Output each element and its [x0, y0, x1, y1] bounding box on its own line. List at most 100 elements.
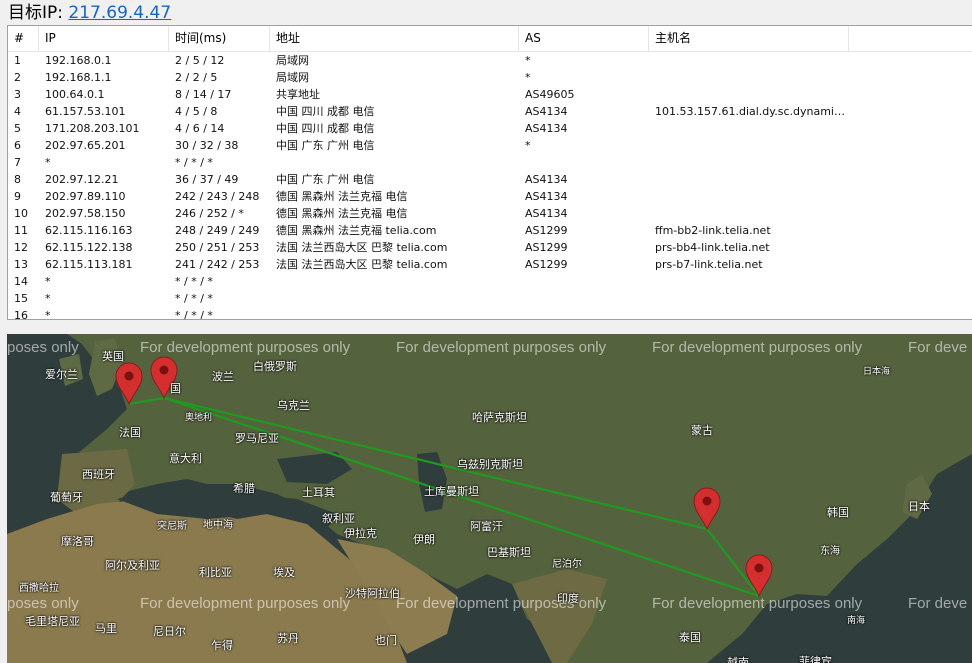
table-row[interactable]: 16 * * / * / *	[8, 307, 972, 320]
hop-as: AS1299	[525, 258, 568, 271]
hop-index: 7	[14, 156, 21, 169]
target-ip-header: 目标IP: 217.69.4.47	[8, 2, 171, 24]
hop-time: 248 / 249 / 249	[175, 224, 260, 237]
table-row[interactable]: 7 * * / * / *	[8, 154, 972, 171]
hop-time: 2 / 5 / 12	[175, 54, 225, 67]
place-label: 乌兹别克斯坦	[457, 458, 523, 471]
hop-hostname	[649, 290, 849, 307]
table-row[interactable]: 10 202.97.58.150 246 / 252 / * 德国 黑森州 法兰克福 …	[8, 205, 972, 222]
target-ip-link[interactable]: 217.69.4.47	[68, 3, 171, 23]
place-label: 爱尔兰	[45, 368, 78, 381]
table-row[interactable]: 4 61.157.53.101 4 / 5 / 8 中国 四川 成都 电信 AS4134…	[8, 103, 972, 120]
place-label: 泰国	[679, 631, 701, 644]
hop-hostname	[649, 52, 849, 69]
route-map[interactable]: rposes only For development purposes onl…	[7, 334, 972, 663]
hop-index: 4	[14, 105, 21, 118]
hop-hostname: prs-b7-link.telia.net	[655, 258, 763, 271]
place-label: 尼日尔	[153, 625, 186, 638]
hop-address: 法国 法兰西岛大区 巴黎 telia.com	[276, 241, 448, 254]
hop-index: 5	[14, 122, 21, 135]
hop-as: AS4134	[525, 190, 568, 203]
place-label: 蒙古	[691, 424, 713, 437]
watermark-text: rposes only	[7, 595, 79, 612]
hop-time: 241 / 242 / 253	[175, 258, 260, 271]
hop-address: 局域网	[276, 71, 309, 84]
hop-address: 中国 广东 广州 电信	[276, 139, 375, 152]
place-label: 日本	[908, 500, 930, 513]
hop-hostname	[649, 307, 849, 319]
table-row[interactable]: 14 * * / * / *	[8, 273, 972, 290]
hop-address: 共享地址	[276, 88, 320, 101]
hop-address: 德国 黑森州 法兰克福 telia.com	[276, 224, 437, 237]
hop-ip: 202.97.65.201	[45, 139, 126, 152]
place-label: 苏丹	[277, 632, 299, 645]
hop-as	[519, 154, 649, 171]
hop-ip: 202.97.58.150	[45, 207, 126, 220]
place-label: 伊朗	[413, 533, 435, 546]
hop-index: 1	[14, 54, 21, 67]
place-label: 地中海	[203, 520, 233, 531]
hop-index: 16	[14, 309, 28, 320]
place-label: 越南	[727, 656, 749, 663]
column-header-as[interactable]: AS	[519, 26, 649, 51]
place-label: 乌克兰	[277, 399, 310, 412]
table-row[interactable]: 12 62.115.122.138 250 / 251 / 253 法国 法兰西岛大区…	[8, 239, 972, 256]
hop-index: 2	[14, 71, 21, 84]
place-label: 阿富汗	[470, 520, 503, 533]
place-label: 西班牙	[82, 468, 115, 481]
table-row[interactable]: 15 * * / * / *	[8, 290, 972, 307]
place-label: 毛里塔尼亚	[25, 615, 80, 628]
hop-ip: *	[45, 292, 51, 305]
table-row[interactable]: 2 192.168.1.1 2 / 2 / 5 局域网 *	[8, 69, 972, 86]
hop-index: 9	[14, 190, 21, 203]
hop-ip: 192.168.1.1	[45, 71, 112, 84]
hop-ip: 62.115.116.163	[45, 224, 133, 237]
column-header-time[interactable]: 时间(ms)	[169, 26, 270, 51]
column-header-hostname[interactable]: 主机名	[649, 26, 849, 51]
hop-time: * / * / *	[175, 156, 213, 169]
place-label: 尼泊尔	[552, 559, 582, 570]
hop-time: 8 / 14 / 17	[175, 88, 232, 101]
watermark-text: rposes only	[7, 339, 79, 356]
place-label: 摩洛哥	[61, 535, 94, 548]
place-label: 波兰	[212, 370, 234, 383]
table-row[interactable]: 11 62.115.116.163 248 / 249 / 249 德国 黑森州 法兰…	[8, 222, 972, 239]
hop-as: AS4134	[525, 122, 568, 135]
table-row[interactable]: 6 202.97.65.201 30 / 32 / 38 中国 广东 广州 电信 *	[8, 137, 972, 154]
column-header-address[interactable]: 地址	[270, 26, 519, 51]
hop-index: 11	[14, 224, 28, 237]
table-row[interactable]: 8 202.97.12.21 36 / 37 / 49 中国 广东 广州 电信 AS41…	[8, 171, 972, 188]
hop-index: 15	[14, 292, 28, 305]
place-label: 埃及	[273, 566, 295, 579]
column-header-index[interactable]: #	[8, 26, 39, 51]
place-label: 哈萨克斯坦	[472, 411, 527, 424]
table-row[interactable]: 9 202.97.89.110 242 / 243 / 248 德国 黑森州 法兰克福…	[8, 188, 972, 205]
hop-ip: *	[45, 275, 51, 288]
column-header-ip[interactable]: IP	[39, 26, 169, 51]
place-label: 乍得	[211, 639, 233, 652]
table-row[interactable]: 1 192.168.0.1 2 / 5 / 12 局域网 *	[8, 52, 972, 69]
place-label: 利比亚	[199, 566, 232, 579]
hop-as: *	[525, 54, 531, 67]
place-label: 伊拉克	[344, 527, 377, 540]
hop-hostname	[649, 137, 849, 154]
place-label: 土耳其	[302, 486, 335, 499]
hop-address	[270, 273, 519, 290]
table-row[interactable]: 5 171.208.203.101 4 / 6 / 14 中国 四川 成都 电信 AS4…	[8, 120, 972, 137]
place-label: 韩国	[827, 506, 849, 519]
hop-time: * / * / *	[175, 309, 213, 320]
place-label: 东海	[820, 546, 840, 557]
hop-time: 4 / 5 / 8	[175, 105, 218, 118]
hop-as: *	[525, 71, 531, 84]
place-label: 希腊	[233, 482, 255, 495]
hop-hostname: ffm-bb2-link.telia.net	[655, 224, 771, 237]
place-label: 英国	[102, 350, 124, 363]
hop-time: 36 / 37 / 49	[175, 173, 239, 186]
hop-as	[519, 307, 649, 319]
hop-time: 250 / 251 / 253	[175, 241, 260, 254]
watermark-text: For development purposes only	[652, 595, 863, 612]
hop-hostname	[649, 86, 849, 103]
table-row[interactable]: 13 62.115.113.181 241 / 242 / 253 法国 法兰西岛大区…	[8, 256, 972, 273]
table-row[interactable]: 3 100.64.0.1 8 / 14 / 17 共享地址 AS49605	[8, 86, 972, 103]
hop-index: 13	[14, 258, 28, 271]
